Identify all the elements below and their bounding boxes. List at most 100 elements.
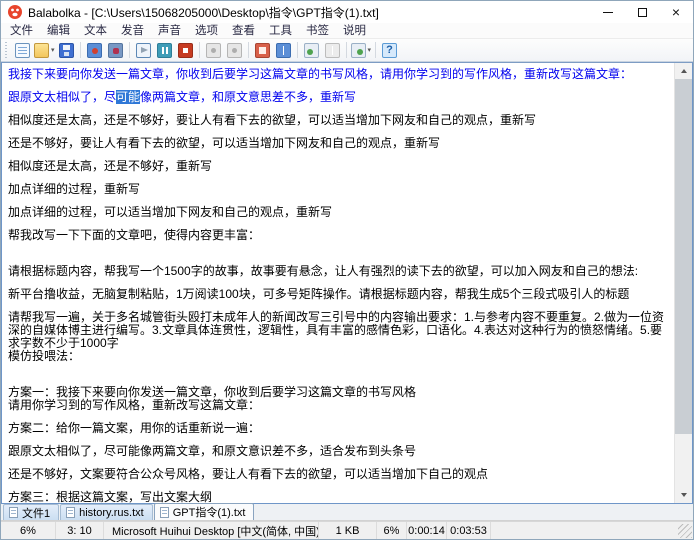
pause-icon [157,43,172,58]
play-icon [136,43,151,58]
status-empty [491,522,678,539]
split-audio-icon [108,43,123,58]
save-file-button[interactable] [56,40,77,60]
toolbar-separator [375,42,376,58]
editor-line: 跟原文太相似了，尽可能像两篇文章，和原文意识差不多，适合发布到头条号 [8,445,672,458]
dictionary-button[interactable] [273,40,294,60]
close-button[interactable]: × [659,1,693,23]
menu-options[interactable]: 选项 [188,23,225,39]
voice-dictionary-button[interactable]: ▾ [350,40,373,60]
status-total-time: 0:03:53 [447,522,491,539]
menu-speech[interactable]: 发音 [114,23,151,39]
menu-bar: 文件编辑文本发音声音选项查看工具书签说明 [1,23,693,39]
window-controls: × [591,1,693,23]
editor-line: 相似度还是太高，还是不够好，重新写 [8,160,672,173]
editor-line: 请用你学习到的写作风格，重新改写这篇文章： [8,399,672,412]
toolbar-separator [346,42,347,58]
chevron-down-icon [681,493,687,497]
menu-file[interactable]: 文件 [3,23,40,39]
editor-line: 方案三：根据这篇文案，写出文案大纲 [8,491,672,503]
dictionary-disabled-icon [325,43,340,58]
menu-text[interactable]: 文本 [77,23,114,39]
editor-text-area[interactable]: 我接下来要向你发送一篇文章，你收到后要学习这篇文章的书写风格，请用你学习到的写作… [2,63,674,503]
toolbar-separator [80,42,81,58]
record-button [203,40,224,60]
add-dictionary-button[interactable] [301,40,322,60]
toolbar-separator [129,42,130,58]
split-audio-button[interactable] [105,40,126,60]
vertical-scrollbar[interactable] [674,63,692,503]
editor-line-text: 跟原文太相似了，尽 [8,90,116,104]
editor-line: 新平台撸收益，无脑复制粘贴，1万阅读100块，可多号矩阵操作。请根据标题内容，帮… [8,288,672,301]
status-line-column: 3: 10 [56,522,104,539]
stop-button[interactable] [175,40,196,60]
editor-line: 还是不够好，文案要符合公众号风格，要让人有看下去的欲望，可以适当增加下自己的观点 [8,468,672,481]
record-save-icon [227,43,242,58]
status-speech-progress: 6% [1,522,56,539]
maximize-icon [638,8,647,17]
add-dictionary-icon [304,43,319,58]
toolbar: ▾▾ [1,39,693,62]
menu-edit[interactable]: 编辑 [40,23,77,39]
minimize-icon [603,12,613,13]
file-tab[interactable]: history.rus.txt [60,504,153,520]
toolbar-separator [248,42,249,58]
editor-line-text: 像两篇文章，和原文意思差不多，重新写 [140,90,356,104]
menu-tools[interactable]: 工具 [262,23,299,39]
editor-line: 我接下来要向你发送一篇文章，你收到后要学习这篇文章的书写风格，请用你学习到的写作… [8,68,672,81]
editor-line: 方案二：给你一篇文案，用你的话重新说一遍： [8,422,672,435]
chevron-down-icon: ▾ [368,46,372,54]
open-file-button[interactable]: ▾ [33,40,56,60]
toolbar-grip[interactable] [5,42,10,58]
help-button[interactable] [379,40,400,60]
file-tab[interactable]: 文件1 [3,504,59,520]
editor: 我接下来要向你发送一篇文章，你收到后要学习这篇文章的书写风格，请用你学习到的写作… [1,62,693,504]
scroll-up-button[interactable] [675,63,692,79]
dictionary-disabled-button [322,40,343,60]
menu-bookmarks[interactable]: 书签 [299,23,336,39]
new-file-icon [15,43,30,58]
selected-text: 可能 [116,90,140,104]
toolbar-separator [199,42,200,58]
menu-view[interactable]: 查看 [225,23,262,39]
chevron-up-icon [681,69,687,73]
toolbar-separator [297,42,298,58]
scroll-down-button[interactable] [675,487,692,503]
resize-grip-icon[interactable] [678,524,692,538]
voice-dictionary-icon [351,43,366,58]
minimize-button[interactable] [591,1,625,23]
editor-line: 模仿投喂法： [8,350,672,363]
editor-line: 加点详细的过程，重新写 [8,183,672,196]
open-file-icon [34,43,49,58]
status-bar: 6%3: 10Microsoft Huihui Desktop [中文(简体, … [1,521,693,539]
tab-bar: 文件1 history.rus.txt GPT指令(1).txt [1,504,693,521]
document-icon [9,507,18,518]
status-file-size: 1 KB [319,522,377,539]
record-save-button [224,40,245,60]
pronunciation-dictionary-icon [255,43,270,58]
new-file-button[interactable] [12,40,33,60]
maximize-button[interactable] [625,1,659,23]
play-button[interactable] [133,40,154,60]
editor-line: 跟原文太相似了，尽可能像两篇文章，和原文意思差不多，重新写 [8,91,672,104]
pronunciation-dictionary-button[interactable] [252,40,273,60]
pause-button[interactable] [154,40,175,60]
title-bar: Balabolka - [C:\Users\15068205000\Deskto… [1,1,693,23]
scrollbar-thumb[interactable] [675,79,692,434]
editor-line: 还是不够好，要让人有看下去的欲望，可以适当增加下网友和自己的观点，重新写 [8,137,672,150]
editor-line: 请帮我写一遍，关于多名城管街头殴打未成年人的新闻改写三引号中的内容输出要求：1.… [8,311,672,350]
balabolka-app-icon [7,4,23,20]
editor-line: 请根据标题内容，帮我写一个1500字的故事，故事要有悬念，让人有强烈的读下去的欲… [8,265,672,278]
save-audio-button[interactable] [84,40,105,60]
menu-help[interactable]: 说明 [336,23,373,39]
dictionary-icon [276,43,291,58]
help-icon [382,43,397,58]
scrollbar-track[interactable] [675,79,692,487]
stop-icon [178,43,193,58]
status-voice-name: Microsoft Huihui Desktop [中文(简体, 中国)] [104,522,319,539]
tab-label: history.rus.txt [79,507,144,519]
file-tab[interactable]: GPT指令(1).txt [154,503,255,520]
close-icon: × [672,5,680,19]
document-icon [66,507,75,518]
menu-voice[interactable]: 声音 [151,23,188,39]
